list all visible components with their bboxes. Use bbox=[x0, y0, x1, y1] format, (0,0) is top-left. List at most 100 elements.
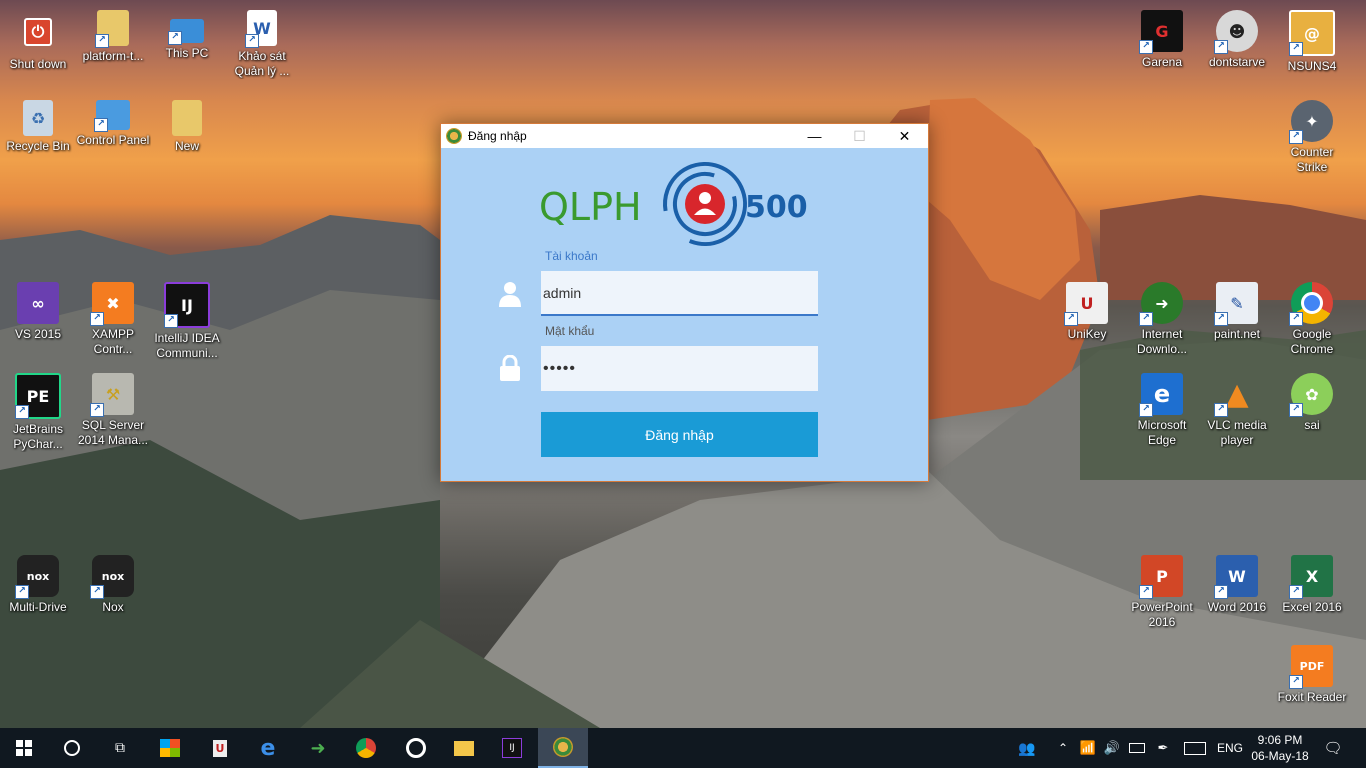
desktop-icon-sqlserver[interactable]: ⚒ ↗ SQL Server 2014 Mana... bbox=[75, 373, 151, 448]
powerpoint-icon: P ↗ bbox=[1139, 555, 1183, 599]
desktop-icon-thispc[interactable]: ↗ This PC bbox=[149, 10, 225, 61]
desktop-icon-paintnet[interactable]: ✎ ↗ paint.net bbox=[1199, 282, 1275, 342]
volume-button[interactable]: 🔊 bbox=[1100, 728, 1124, 768]
taskbar-unikey[interactable]: U bbox=[196, 728, 244, 768]
clock[interactable]: 9:06 PM 06-May-18 bbox=[1248, 728, 1312, 768]
desktop-icon-xampp[interactable]: ✖ ↗ XAMPP Contr... bbox=[75, 282, 151, 357]
sai-icon: ✿ ↗ bbox=[1289, 373, 1333, 417]
desktop-icon-nox[interactable]: nox ↗ Nox bbox=[75, 555, 151, 615]
start-button[interactable] bbox=[0, 728, 48, 768]
internet-download-manager-icon: ➜ bbox=[310, 737, 326, 759]
pen-workspace-button[interactable]: ✒ bbox=[1151, 728, 1175, 768]
windows-icon bbox=[16, 740, 32, 756]
taskbar-groove[interactable] bbox=[392, 728, 440, 768]
foxit-reader-icon: PDF ↗ bbox=[1289, 645, 1333, 689]
battery-button[interactable] bbox=[1125, 728, 1149, 768]
notification-icon: 🗨 bbox=[1323, 740, 1343, 757]
sql-server-icon: ⚒ ↗ bbox=[90, 373, 134, 417]
keyboard-icon bbox=[1184, 741, 1206, 755]
taskbar-edge[interactable]: e bbox=[244, 728, 292, 768]
chevron-up-icon: ⌃ bbox=[1057, 741, 1069, 755]
intellij-icon: IJ bbox=[502, 738, 522, 758]
desktop-icon-intellij[interactable]: IJ ↗ IntelliJ IDEA Communi... bbox=[149, 282, 225, 361]
visual-studio-icon: ∞ bbox=[17, 282, 59, 324]
desktop-icon-unikey[interactable]: U ↗ UniKey bbox=[1049, 282, 1125, 342]
internet-download-manager-icon: ➜ ↗ bbox=[1139, 282, 1183, 326]
recycle-bin-icon: ♻ bbox=[23, 100, 53, 136]
folder-icon bbox=[172, 100, 202, 136]
desktop-icon-edge[interactable]: e ↗ Microsoft Edge bbox=[1124, 373, 1200, 448]
taskbar-store[interactable] bbox=[146, 728, 194, 768]
paint-net-icon: ✎ ↗ bbox=[1214, 282, 1258, 326]
window-titlebar[interactable]: Đăng nhập — ☐ ✕ bbox=[441, 124, 928, 148]
desktop-icon-idm[interactable]: ➜ ↗ Internet Downlo... bbox=[1124, 282, 1200, 357]
window-title: Đăng nhập bbox=[468, 129, 527, 143]
desktop-icon-counterstrike[interactable]: ✦ ↗ Counter Strike bbox=[1274, 100, 1350, 175]
desktop-icon-sai[interactable]: ✿ ↗ sai bbox=[1274, 373, 1350, 433]
word-icon: W ↗ bbox=[1214, 555, 1258, 599]
taskbar: ⧉ U e ➜ IJ 👥 ⌃ 📶 🔊 ✒ ENG 9:06 PM 06-May-… bbox=[0, 728, 1366, 768]
language-label: ENG bbox=[1216, 741, 1243, 755]
desktop-icon-recycle[interactable]: ♻ Recycle Bin bbox=[0, 100, 76, 154]
speaker-icon: 🔊 bbox=[1103, 740, 1121, 755]
username-input[interactable] bbox=[541, 271, 818, 316]
garena-icon: G ↗ bbox=[1139, 10, 1183, 54]
intellij-icon: IJ ↗ bbox=[164, 282, 210, 328]
nsuns4-icon: @ ↗ bbox=[1289, 10, 1335, 56]
power-icon: ⏻ bbox=[24, 18, 52, 46]
taskbar-chrome[interactable] bbox=[342, 728, 390, 768]
wifi-icon: 📶 bbox=[1079, 740, 1097, 755]
taskbar-intellij[interactable]: IJ bbox=[488, 728, 536, 768]
clock-time: 9:06 PM bbox=[1257, 733, 1303, 747]
desktop-icon-multidrive[interactable]: nox ↗ Multi-Drive bbox=[0, 555, 76, 615]
desktop-icon-excel[interactable]: X ↗ Excel 2016 bbox=[1274, 555, 1350, 615]
logo-text-right: 500 bbox=[745, 190, 808, 225]
login-window: Đăng nhập — ☐ ✕ QLPH 500 Tài khoản Mật k… bbox=[440, 123, 929, 482]
counter-strike-icon: ✦ ↗ bbox=[1289, 100, 1333, 144]
action-center-button[interactable]: 🗨 bbox=[1318, 728, 1348, 768]
store-icon bbox=[160, 739, 180, 757]
xampp-icon: ✖ ↗ bbox=[90, 282, 134, 326]
logo-text-left: QLPH bbox=[539, 185, 642, 229]
desktop-icon-controlpanel[interactable]: ↗ Control Panel bbox=[75, 100, 151, 148]
login-button[interactable]: Đăng nhập bbox=[541, 412, 818, 457]
password-input[interactable]: ••••• bbox=[541, 346, 818, 391]
excel-icon: X ↗ bbox=[1289, 555, 1333, 599]
clock-date: 06-May-18 bbox=[1251, 749, 1309, 763]
task-view-button[interactable]: ⧉ bbox=[96, 728, 144, 768]
language-indicator[interactable]: ENG bbox=[1212, 728, 1248, 768]
network-button[interactable]: 📶 bbox=[1076, 728, 1100, 768]
taskbar-idm[interactable]: ➜ bbox=[294, 728, 342, 768]
desktop-icon-chrome[interactable]: ↗ Google Chrome bbox=[1274, 282, 1350, 357]
lock-icon bbox=[500, 355, 520, 381]
cortana-button[interactable] bbox=[48, 728, 96, 768]
app-icon bbox=[553, 737, 573, 757]
taskbar-file-explorer[interactable] bbox=[440, 728, 488, 768]
desktop-icon-new[interactable]: New bbox=[149, 100, 225, 154]
task-view-icon: ⧉ bbox=[115, 740, 125, 756]
desktop-icon-dontstarve[interactable]: ☻ ↗ dontstarve bbox=[1199, 10, 1275, 70]
desktop-icon-powerpoint[interactable]: P ↗ PowerPoint 2016 bbox=[1124, 555, 1200, 630]
show-hidden-icons-button[interactable]: ⌃ bbox=[1052, 728, 1074, 768]
folder-icon: ↗ bbox=[95, 10, 129, 48]
desktop-icon-shutdown[interactable]: ⏻ Shut down bbox=[0, 10, 76, 72]
desktop-icon-foxit[interactable]: PDF ↗ Foxit Reader bbox=[1274, 645, 1350, 705]
desktop-icon-nsuns4[interactable]: @ ↗ NSUNS4 bbox=[1274, 10, 1350, 74]
maximize-button[interactable]: ☐ bbox=[837, 124, 882, 148]
desktop-icon-platform[interactable]: ↗ platform-t... bbox=[75, 10, 151, 64]
people-button[interactable]: 👥 bbox=[1012, 728, 1042, 768]
desktop-icon-vs2015[interactable]: ∞ VS 2015 bbox=[0, 282, 76, 342]
username-label: Tài khoản bbox=[545, 249, 598, 263]
chrome-icon: ↗ bbox=[1289, 282, 1333, 326]
touch-keyboard-button[interactable] bbox=[1180, 728, 1210, 768]
taskbar-login-app[interactable] bbox=[538, 728, 588, 768]
desktop-icon-word[interactable]: W ↗ Word 2016 bbox=[1199, 555, 1275, 615]
desktop-icon-pycharm[interactable]: PE ↗ JetBrains PyChar... bbox=[0, 373, 76, 452]
control-panel-icon: ↗ bbox=[94, 100, 130, 132]
desktop-icon-khaosat[interactable]: W ↗ Khảo sát Quản lý ... bbox=[224, 10, 300, 79]
desktop-icon-vlc[interactable]: ▲ ↗ VLC media player bbox=[1199, 373, 1275, 448]
desktop-icon-garena[interactable]: G ↗ Garena bbox=[1124, 10, 1200, 70]
close-button[interactable]: ✕ bbox=[882, 124, 927, 148]
nox-icon: nox ↗ bbox=[90, 555, 134, 599]
minimize-button[interactable]: — bbox=[792, 124, 837, 148]
